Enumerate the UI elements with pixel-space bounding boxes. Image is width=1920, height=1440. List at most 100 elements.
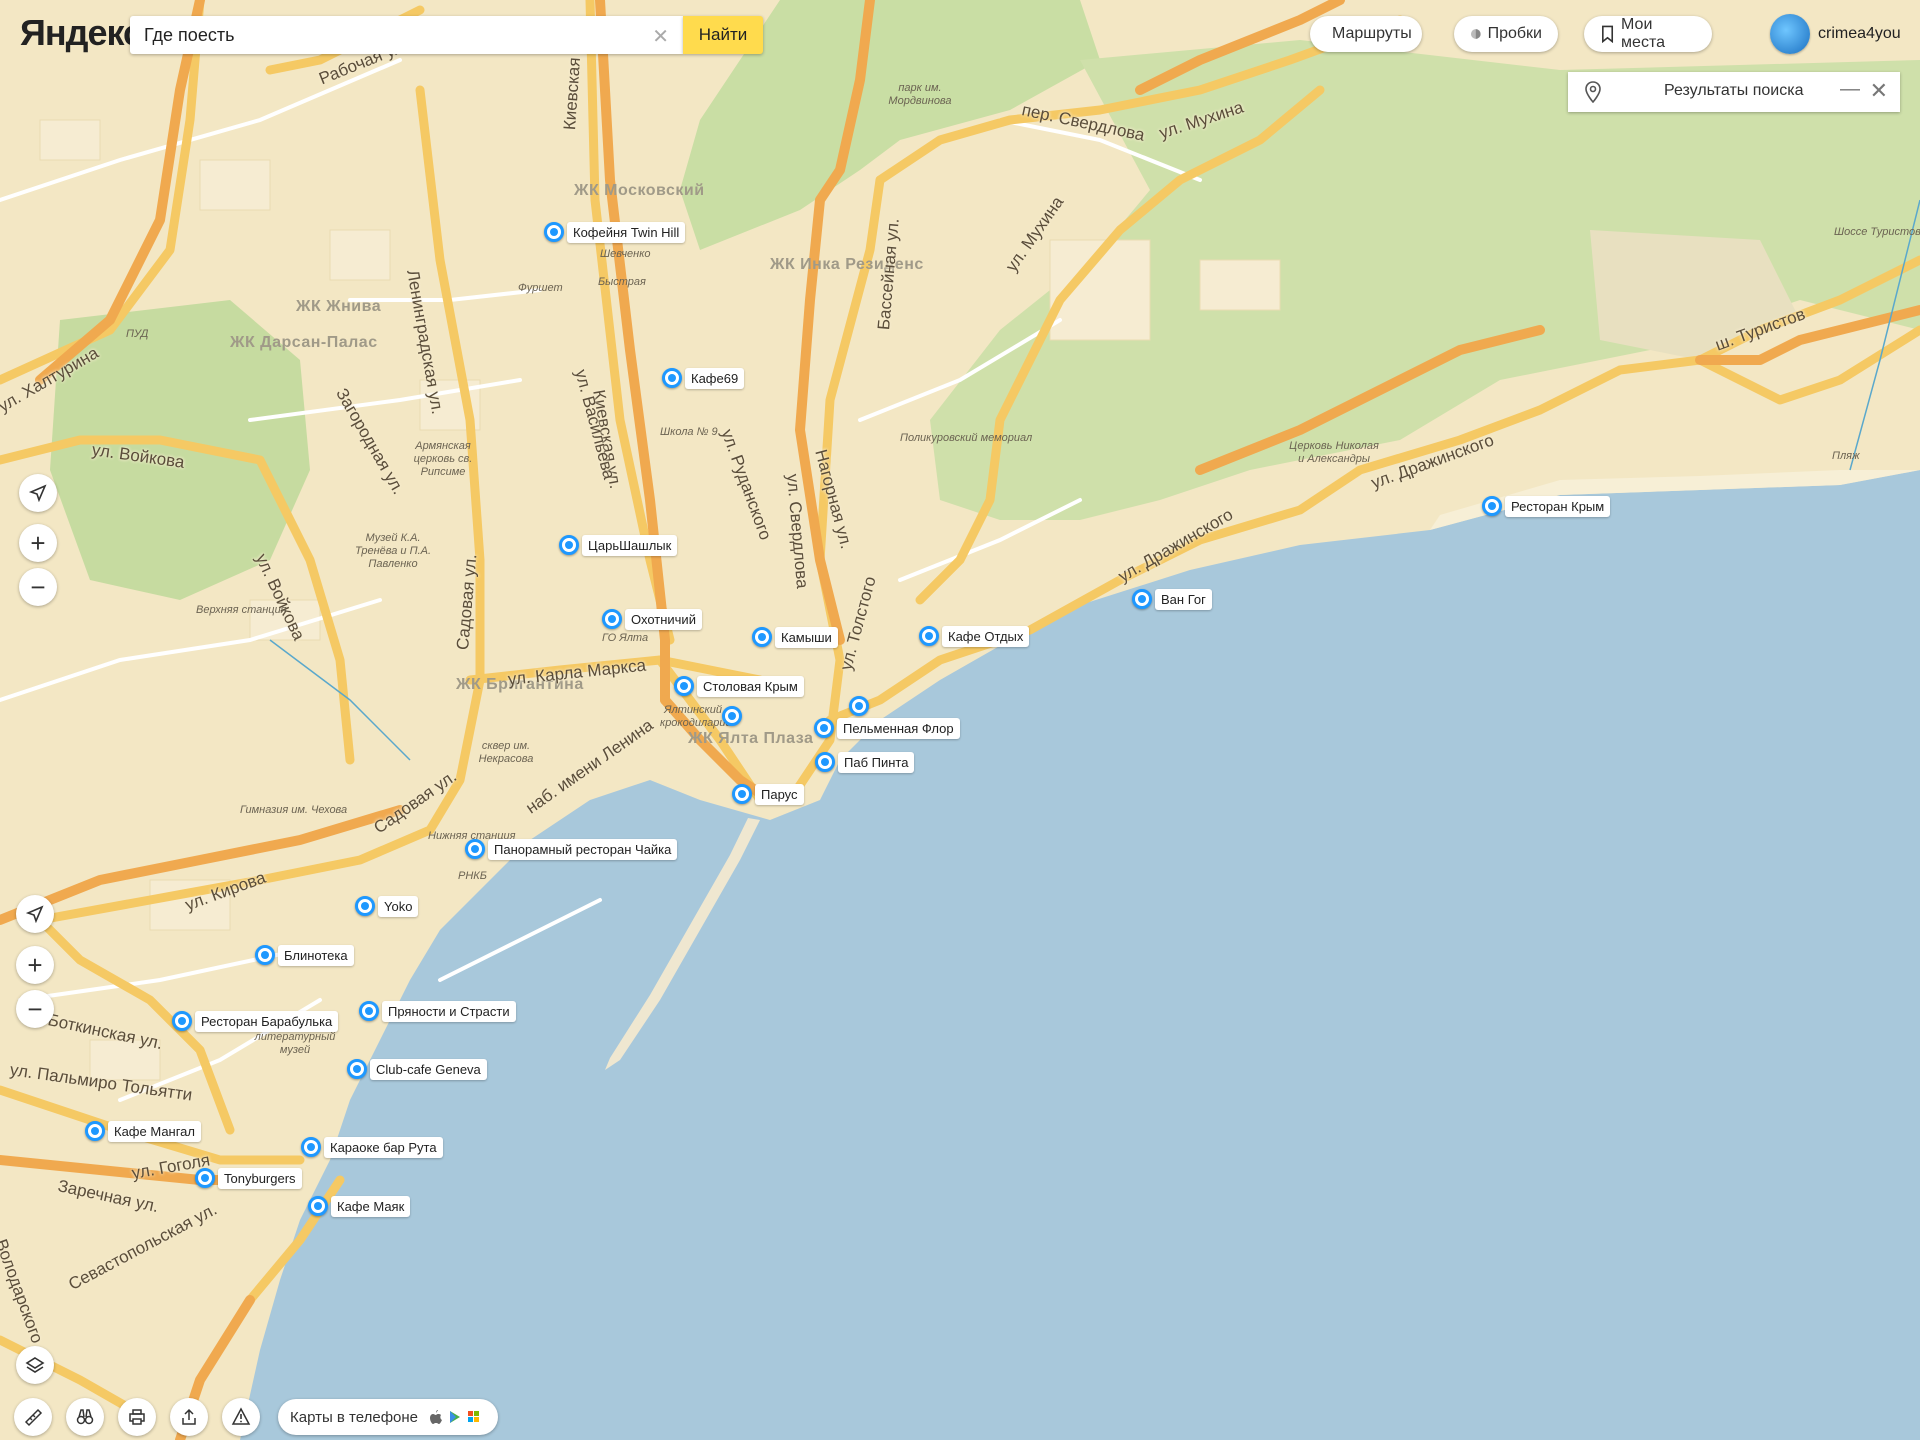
locate-arrow-icon	[29, 484, 47, 502]
place-name: Пряности и Страсти	[382, 1000, 516, 1022]
poi-label: Быстрая	[598, 276, 646, 288]
place-marker-icon	[815, 752, 835, 772]
place-name: Кафе Отдых	[942, 625, 1030, 647]
place-marker[interactable]: Столовая Крым	[674, 673, 804, 699]
results-title: Результаты поиска	[1664, 82, 1804, 99]
place-marker[interactable]: Ресторан Крым	[1482, 493, 1611, 519]
zoom-out-button[interactable]: −	[19, 568, 57, 606]
poi-label: Церковь Николая и Александры	[1289, 440, 1379, 465]
place-marker-icon	[662, 368, 682, 388]
place-name: Парус	[755, 783, 804, 805]
place-marker-icon	[355, 896, 375, 916]
close-icon[interactable]: ✕	[1870, 78, 1888, 104]
place-marker[interactable]: Караоке бар Рута	[301, 1134, 443, 1160]
place-marker[interactable]: Панорамный ресторан Чайка	[465, 836, 678, 862]
search-button[interactable]: Найти	[683, 16, 763, 54]
traffic-icon	[1470, 29, 1481, 39]
place-name: Кафе Маяк	[331, 1195, 411, 1217]
place-marker[interactable]: Club-cafe Geneva	[347, 1056, 487, 1082]
traffic-label: Пробки	[1487, 25, 1542, 42]
poi-label: РНКБ	[458, 870, 487, 882]
my-places-button[interactable]: Мои места	[1584, 16, 1712, 52]
place-marker[interactable]	[722, 703, 742, 729]
routes-button[interactable]: Маршруты	[1310, 16, 1422, 52]
place-marker[interactable]: Парус	[732, 781, 804, 807]
traffic-button[interactable]: Пробки	[1454, 16, 1558, 52]
my-places-label: Мои места	[1621, 16, 1665, 51]
place-marker[interactable]: Кафе Маяк	[308, 1193, 411, 1219]
place-marker[interactable]: Паб Пинта	[815, 749, 915, 775]
search-box: ✕	[130, 16, 683, 54]
avatar[interactable]	[1770, 14, 1810, 54]
poi-label: ГО Ялта	[602, 632, 649, 644]
mobile-apps-link[interactable]: Карты в телефоне	[278, 1399, 498, 1435]
district-label: ЖК Дарсан-Палас	[230, 334, 378, 351]
place-name: Пельменная Флор	[837, 717, 960, 739]
locate-button[interactable]	[16, 895, 54, 933]
print-button[interactable]	[118, 1398, 156, 1436]
place-name: Блинотека	[278, 944, 354, 966]
place-marker[interactable]: Tonyburgers	[195, 1165, 302, 1191]
poi-label: сквер им. Некрасова	[478, 740, 534, 765]
place-marker-icon	[814, 718, 834, 738]
place-marker-icon	[347, 1059, 367, 1079]
map-canvas[interactable]: ЖК Московский ЖК Инка Резиденс ЖК Жнива …	[0, 0, 1920, 1440]
app-stores-icon	[430, 1410, 479, 1424]
poi-label: Шоссе Туристов	[1834, 226, 1920, 238]
zoom-out-button[interactable]: −	[16, 990, 54, 1028]
district-label: ЖК Инка Резиденс	[770, 256, 924, 273]
yandex-logo[interactable]: Яндекс	[20, 12, 143, 54]
poi-label: Армянская церковь св. Рипсиме	[413, 440, 473, 478]
poi-label: Пляж	[1832, 450, 1860, 462]
place-name: Караоке бар Рута	[324, 1136, 443, 1158]
place-marker[interactable]: Кафе Мангал	[85, 1118, 201, 1144]
place-marker-icon	[85, 1121, 105, 1141]
place-marker-icon	[732, 784, 752, 804]
place-marker[interactable]: Yoko	[355, 893, 419, 919]
zoom-in-button[interactable]: +	[16, 946, 54, 984]
place-marker[interactable]: Охотничий	[602, 606, 702, 632]
ruler-button[interactable]	[14, 1398, 52, 1436]
place-marker[interactable]: Блинотека	[255, 942, 354, 968]
layers-button[interactable]	[16, 1346, 54, 1384]
report-problem-button[interactable]	[222, 1398, 260, 1436]
place-marker[interactable]: Пельменная Флор	[814, 715, 960, 741]
poi-label: Музей К.А. Тренёва и П.А. Павленко	[354, 532, 432, 570]
minimize-icon[interactable]: —	[1840, 78, 1860, 101]
district-label: ЖК Московский	[574, 182, 705, 199]
layers-icon	[25, 1357, 45, 1373]
user-account[interactable]: crimea4you	[1770, 14, 1901, 54]
panorama-button[interactable]	[66, 1398, 104, 1436]
place-marker[interactable]: Пряности и Страсти	[359, 998, 516, 1024]
place-marker-icon	[301, 1137, 321, 1157]
place-marker-icon	[1482, 496, 1502, 516]
place-marker-icon	[195, 1168, 215, 1188]
place-marker[interactable]: ЦарьШашлык	[559, 532, 678, 558]
binoculars-icon	[76, 1409, 94, 1425]
place-marker-icon	[544, 222, 564, 242]
routes-label: Маршруты	[1332, 25, 1412, 42]
place-marker[interactable]: Ван Гог	[1132, 586, 1212, 612]
clear-icon[interactable]: ✕	[652, 24, 669, 49]
zoom-in-button[interactable]: +	[19, 524, 57, 562]
share-button[interactable]	[170, 1398, 208, 1436]
place-name: Кофейня Twin Hill	[567, 221, 686, 243]
place-marker-icon	[674, 676, 694, 696]
place-marker[interactable]: Кафе Отдых	[919, 623, 1030, 649]
place-marker[interactable]: Кофейня Twin Hill	[544, 219, 686, 245]
poi-label: ПУД	[126, 328, 149, 340]
poi-label: Ялтинский крокодиларий	[660, 704, 732, 729]
poi-label: Верхняя станция	[196, 604, 287, 616]
place-name: Club-cafe Geneva	[370, 1058, 487, 1080]
locate-button[interactable]	[19, 474, 57, 512]
locate-arrow-icon	[26, 905, 44, 923]
search-results-panel[interactable]: Результаты поиска — ✕	[1568, 72, 1900, 112]
place-name: Кафе69	[685, 367, 745, 389]
poi-label: Фуршет	[518, 282, 563, 294]
place-marker[interactable]: Кафе69	[662, 365, 745, 391]
place-marker-icon	[308, 1196, 328, 1216]
search-input[interactable]	[142, 23, 626, 47]
place-name: Камыши	[775, 626, 838, 648]
place-marker[interactable]: Камыши	[752, 624, 838, 650]
place-marker[interactable]: Ресторан Барабулька	[172, 1008, 339, 1034]
